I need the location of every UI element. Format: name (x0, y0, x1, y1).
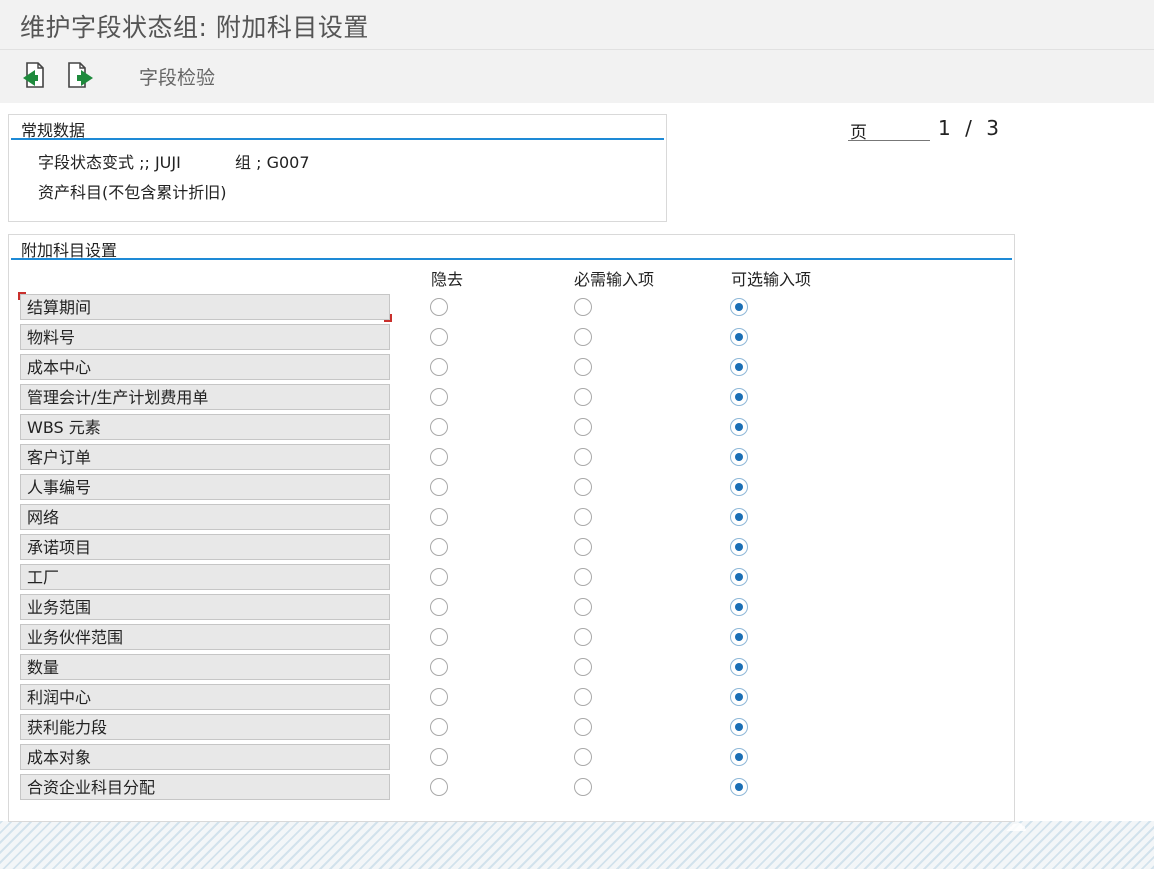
back-exit-icon[interactable] (18, 60, 48, 90)
page-separator: / (965, 116, 973, 140)
radio-optional[interactable] (730, 748, 748, 766)
radio-optional[interactable] (730, 658, 748, 676)
radio-hide[interactable] (430, 478, 448, 496)
field-status-group: 组 ; G007 (235, 153, 310, 172)
row-label: 业务范围 (20, 594, 390, 620)
field-status-variant: 字段状态变式 ;; JUJI (38, 153, 181, 172)
radio-hide[interactable] (430, 388, 448, 406)
toolbar: 字段检验 (0, 50, 1154, 103)
radio-required[interactable] (574, 358, 592, 376)
radio-optional[interactable] (730, 298, 748, 316)
radio-required[interactable] (574, 748, 592, 766)
radio-optional[interactable] (730, 448, 748, 466)
general-data-group: 常规数据 字段状态变式 ;; JUJI 组 ; G007 资产科目(不包含累计折… (8, 114, 667, 222)
radio-hide[interactable] (430, 358, 448, 376)
radio-hide[interactable] (430, 778, 448, 796)
row-label: 人事编号 (20, 474, 390, 500)
group-divider (11, 258, 1012, 260)
radio-hide[interactable] (430, 418, 448, 436)
radio-required[interactable] (574, 418, 592, 436)
radio-hide[interactable] (430, 688, 448, 706)
column-header-hide: 隐去 (431, 270, 464, 289)
radio-required[interactable] (574, 448, 592, 466)
radio-hide[interactable] (430, 598, 448, 616)
radio-optional[interactable] (730, 478, 748, 496)
radio-hide[interactable] (430, 628, 448, 646)
radio-optional[interactable] (730, 568, 748, 586)
radio-required[interactable] (574, 298, 592, 316)
radio-optional[interactable] (730, 508, 748, 526)
column-header-required: 必需输入项 (574, 270, 655, 289)
row-label: 承诺项目 (20, 534, 390, 560)
radio-hide[interactable] (430, 568, 448, 586)
current-page: 1 (938, 116, 952, 140)
radio-optional[interactable] (730, 778, 748, 796)
radio-required[interactable] (574, 598, 592, 616)
row-label: 客户订单 (20, 444, 390, 470)
row-label: 管理会计/生产计划费用单 (20, 384, 390, 410)
radio-optional[interactable] (730, 358, 748, 376)
radio-hide[interactable] (430, 718, 448, 736)
radio-required[interactable] (574, 718, 592, 736)
radio-required[interactable] (574, 478, 592, 496)
radio-hide[interactable] (430, 298, 448, 316)
next-page-icon[interactable] (66, 60, 96, 90)
radio-optional[interactable] (730, 718, 748, 736)
group-description: 资产科目(不包含累计折旧) (38, 183, 227, 202)
row-label: 业务伙伴范围 (20, 624, 390, 650)
row-label: 成本中心 (20, 354, 390, 380)
row-label: WBS 元素 (20, 414, 390, 440)
radio-optional[interactable] (730, 538, 748, 556)
radio-hide[interactable] (430, 328, 448, 346)
row-label: 成本对象 (20, 744, 390, 770)
row-label: 合资企业科目分配 (20, 774, 390, 800)
row-label: 工厂 (20, 564, 390, 590)
row-label: 物料号 (20, 324, 390, 350)
column-header-optional: 可选输入项 (731, 270, 812, 289)
row-label: 利润中心 (20, 684, 390, 710)
field-check-button[interactable]: 字段检验 (139, 63, 215, 90)
radio-optional[interactable] (730, 418, 748, 436)
radio-required[interactable] (574, 688, 592, 706)
radio-optional[interactable] (730, 688, 748, 706)
radio-optional[interactable] (730, 628, 748, 646)
title-bar: 维护字段状态组: 附加科目设置 (0, 0, 1154, 50)
radio-required[interactable] (574, 538, 592, 556)
page-indicator: 1 / 3 (938, 116, 1000, 140)
group-divider (11, 138, 664, 140)
row-label: 数量 (20, 654, 390, 680)
radio-hide[interactable] (430, 448, 448, 466)
radio-required[interactable] (574, 658, 592, 676)
radio-hide[interactable] (430, 658, 448, 676)
row-label: 结算期间 (18, 292, 392, 322)
radio-hide[interactable] (430, 538, 448, 556)
radio-required[interactable] (574, 388, 592, 406)
radio-optional[interactable] (730, 328, 748, 346)
radio-required[interactable] (574, 328, 592, 346)
radio-required[interactable] (574, 508, 592, 526)
radio-required[interactable] (574, 778, 592, 796)
row-label: 网络 (20, 504, 390, 530)
row-label: 获利能力段 (20, 714, 390, 740)
radio-hide[interactable] (430, 508, 448, 526)
watermark: ☁ (1005, 812, 1031, 837)
radio-required[interactable] (574, 568, 592, 586)
window-title: 维护字段状态组: 附加科目设置 (20, 13, 369, 42)
radio-optional[interactable] (730, 388, 748, 406)
radio-optional[interactable] (730, 598, 748, 616)
radio-required[interactable] (574, 628, 592, 646)
page-label: 页 (850, 123, 867, 143)
total-pages: 3 (986, 116, 1000, 140)
radio-hide[interactable] (430, 748, 448, 766)
